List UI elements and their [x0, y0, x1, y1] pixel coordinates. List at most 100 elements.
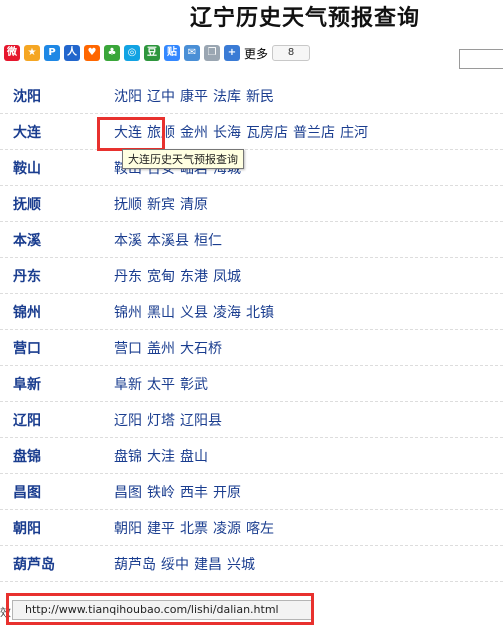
city-links: 抚顺 新宾 清原	[114, 194, 213, 214]
city-link[interactable]: 西丰	[180, 485, 208, 501]
city-links: 辽阳 灯塔 辽阳县	[114, 410, 227, 430]
city-links: 锦州 黑山 义县 凌海 北镇	[114, 302, 279, 322]
city-link[interactable]: 凤城	[213, 269, 241, 285]
province-link[interactable]: 昌图	[13, 482, 41, 502]
city-link[interactable]: 锦州	[114, 305, 142, 321]
city-link[interactable]: 本溪	[114, 233, 142, 249]
province-link[interactable]: 丹东	[13, 266, 41, 286]
province-row: 丹东 丹东 宽甸 东港 凤城	[0, 258, 503, 294]
city-link[interactable]: 凌源	[213, 521, 241, 537]
city-link[interactable]: 北票	[180, 521, 208, 537]
province-row: 阜新 阜新 太平 彰武	[0, 366, 503, 402]
city-link[interactable]: 新民	[246, 89, 274, 105]
province-link[interactable]: 大连	[13, 122, 41, 142]
city-link[interactable]: 新宾	[147, 197, 175, 213]
copy-icon[interactable]: ❐	[204, 45, 220, 61]
link-tooltip: 大连历史天气预报查询	[122, 149, 244, 169]
page-title: 辽宁历史天气预报查询	[190, 5, 421, 31]
province-link[interactable]: 营口	[13, 338, 41, 358]
city-link[interactable]: 营口	[114, 341, 142, 357]
city-link[interactable]: 庄河	[340, 125, 368, 141]
douban-icon[interactable]: 豆	[144, 45, 160, 61]
city-link[interactable]: 东港	[180, 269, 208, 285]
city-link[interactable]: 长海	[213, 125, 241, 141]
city-link[interactable]: 铁岭	[147, 485, 175, 501]
city-link[interactable]: 辽中	[147, 89, 175, 105]
city-link[interactable]: 瓦房店	[246, 125, 288, 141]
province-row: 大连 大连 旅顺 金州 长海 瓦房店 普兰店 庄河	[0, 114, 503, 150]
city-link[interactable]: 抚顺	[114, 197, 142, 213]
city-link[interactable]: 大洼	[147, 449, 175, 465]
tencent-p-icon[interactable]: P	[44, 45, 60, 61]
province-link[interactable]: 本溪	[13, 230, 41, 250]
province-link[interactable]: 辽阳	[13, 410, 41, 430]
city-link[interactable]: 朝阳	[114, 521, 142, 537]
city-links: 营口 盖州 大石桥	[114, 338, 227, 358]
city-link[interactable]: 灯塔	[147, 413, 175, 429]
province-row: 辽阳 辽阳 灯塔 辽阳县	[0, 402, 503, 438]
province-link[interactable]: 锦州	[13, 302, 41, 322]
province-list: 沈阳沈阳辽中康平法库新民大连大连旅顺金州长海瓦房店普兰店庄河鞍山鞍山台安岫岩海城…	[0, 78, 503, 582]
city-link[interactable]: 喀左	[246, 521, 274, 537]
qq-icon[interactable]: ◎	[124, 45, 140, 61]
plus-icon[interactable]: +	[224, 45, 240, 61]
qzone-icon[interactable]: ★	[24, 45, 40, 61]
province-link[interactable]: 沈阳	[13, 86, 41, 106]
city-link[interactable]: 阜新	[114, 377, 142, 393]
share-toolbar: 微 ★ P 人 ♥ ♣ ◎ 豆贴 ✉ ❐ + 更多 8	[4, 44, 311, 62]
clover-icon[interactable]: ♣	[104, 45, 120, 61]
city-link[interactable]: 盖州	[147, 341, 175, 357]
city-link[interactable]: 义县	[180, 305, 208, 321]
city-link[interactable]: 昌图	[114, 485, 142, 501]
city-link[interactable]: 辽阳县	[180, 413, 222, 429]
city-link[interactable]: 绥中	[161, 557, 189, 573]
kaixin-icon[interactable]: ♥	[84, 45, 100, 61]
province-link[interactable]: 鞍山	[13, 158, 41, 178]
highlight-annotation-dalian	[97, 117, 165, 151]
city-link[interactable]: 建昌	[194, 557, 222, 573]
city-link[interactable]: 本溪县	[147, 233, 189, 249]
province-link[interactable]: 阜新	[13, 374, 41, 394]
city-link[interactable]: 宽甸	[147, 269, 175, 285]
more-share-button[interactable]: 更多	[244, 45, 268, 62]
city-link[interactable]: 盘锦	[114, 449, 142, 465]
city-link[interactable]: 康平	[180, 89, 208, 105]
city-links: 朝阳 建平 北票 凌源 喀左	[114, 518, 279, 538]
city-link[interactable]: 桓仁	[194, 233, 222, 249]
tieba-icon[interactable]: 贴	[164, 45, 180, 61]
city-links: 丹东 宽甸 东港 凤城	[114, 266, 246, 286]
search-input[interactable]	[459, 49, 503, 69]
city-link[interactable]: 凌海	[213, 305, 241, 321]
city-link[interactable]: 开原	[213, 485, 241, 501]
city-link[interactable]: 丹东	[114, 269, 142, 285]
city-link[interactable]: 太平	[147, 377, 175, 393]
city-link[interactable]: 北镇	[246, 305, 274, 321]
city-link[interactable]: 彰武	[180, 377, 208, 393]
city-link[interactable]: 法库	[213, 89, 241, 105]
city-links: 葫芦岛 绥中 建昌 兴城	[114, 554, 260, 574]
email-icon[interactable]: ✉	[184, 45, 200, 61]
city-link[interactable]: 大石桥	[180, 341, 222, 357]
province-link[interactable]: 葫芦岛	[13, 554, 55, 574]
city-link[interactable]: 普兰店	[293, 125, 335, 141]
city-link[interactable]: 沈阳	[114, 89, 142, 105]
province-link[interactable]: 抚顺	[13, 194, 41, 214]
city-link[interactable]: 辽阳	[114, 413, 142, 429]
share-count-badge: 8	[272, 45, 311, 61]
city-link[interactable]: 黑山	[147, 305, 175, 321]
city-links: 沈阳 辽中 康平 法库 新民	[114, 86, 279, 106]
sina-weibo-icon[interactable]: 微	[4, 45, 20, 61]
city-link[interactable]: 建平	[147, 521, 175, 537]
city-links: 本溪 本溪县 桓仁	[114, 230, 227, 250]
city-links: 阜新 太平 彰武	[114, 374, 213, 394]
city-link[interactable]: 兴城	[227, 557, 255, 573]
city-link[interactable]: 葫芦岛	[114, 557, 156, 573]
city-link[interactable]: 盘山	[180, 449, 208, 465]
renren-icon[interactable]: 人	[64, 45, 80, 61]
province-row: 朝阳 朝阳 建平 北票 凌源 喀左	[0, 510, 503, 546]
province-row: 鞍山鞍山台安岫岩海城	[0, 150, 503, 186]
province-link[interactable]: 朝阳	[13, 518, 41, 538]
city-link[interactable]: 金州	[180, 125, 208, 141]
province-link[interactable]: 盘锦	[13, 446, 41, 466]
city-link[interactable]: 清原	[180, 197, 208, 213]
